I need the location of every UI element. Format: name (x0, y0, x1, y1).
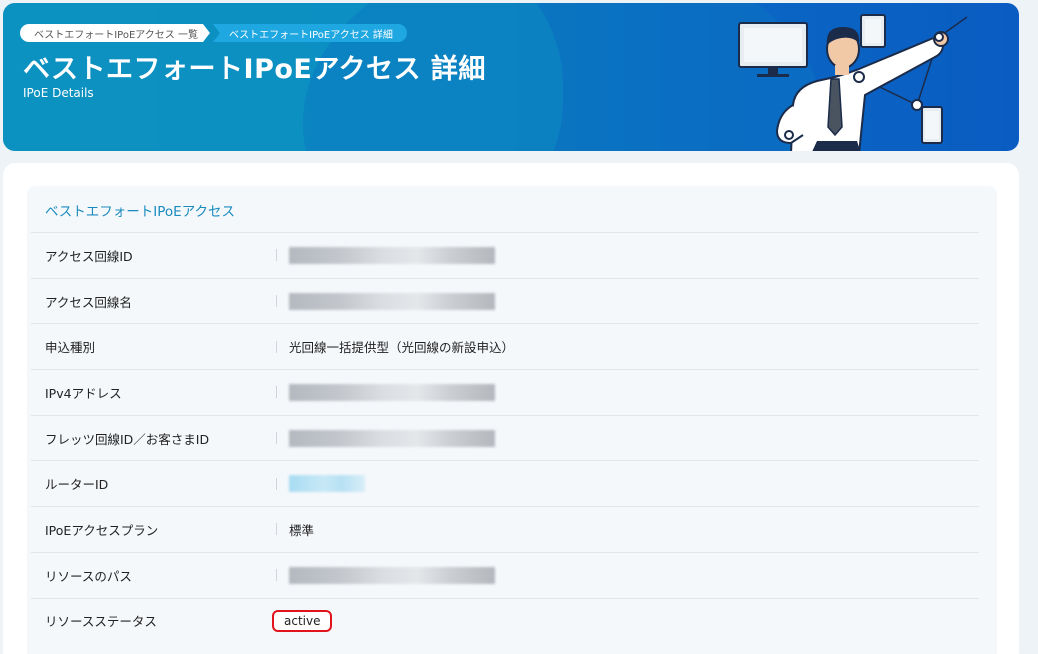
value-separator (276, 432, 277, 445)
ipoe-detail-card: ベストエフォートIPoEアクセス アクセス回線ID アクセス回線名 申込種別 光… (27, 186, 997, 654)
row-label: ルーターID (45, 477, 109, 493)
row-label: フレッツ回線ID／お客さまID (45, 431, 210, 447)
detail-table: アクセス回線ID アクセス回線名 申込種別 光回線一括提供型（光回線の新設申込）… (31, 232, 979, 643)
value-separator (276, 295, 277, 308)
monitor-icon (738, 22, 808, 77)
detail-row-application-type: 申込種別 光回線一括提供型（光回線の新設申込） (31, 323, 979, 369)
detail-row-ipoe-plan: IPoEアクセスプラン 標準 (31, 506, 979, 552)
row-label: リソースのパス (45, 568, 132, 584)
value-separator (276, 386, 277, 399)
application-type-value: 光回線一括提供型（光回線の新設申込） (289, 340, 515, 356)
breadcrumb: ベストエフォートIPoEアクセス 一覧 ベストエフォートIPoEアクセス 詳細 (20, 23, 407, 43)
page-subtitle: IPoE Details (23, 86, 94, 100)
page: ベストエフォートIPoEアクセス 一覧 ベストエフォートIPoEアクセス 詳細 … (0, 0, 1038, 654)
ipoe-plan-value: 標準 (289, 522, 315, 538)
value-separator (276, 523, 277, 536)
row-value (276, 566, 495, 584)
row-label: 申込種別 (45, 340, 96, 356)
row-value (276, 292, 495, 310)
row-value: 光回線一括提供型（光回線の新設申込） (276, 338, 514, 356)
row-value (276, 475, 365, 493)
row-label: IPoEアクセスプラン (45, 522, 159, 538)
detail-row-ipv4-address: IPv4アドレス (31, 369, 979, 415)
detail-row-resource-status: リソースステータス active (31, 597, 979, 644)
status-badge: active (272, 609, 333, 632)
detail-row-flets-line-id: フレッツ回線ID／お客さまID (31, 414, 979, 461)
row-label: リソースステータス (45, 614, 157, 630)
row-value: active (272, 609, 333, 632)
value-separator (276, 249, 277, 262)
breadcrumb-item-current: ベストエフォートIPoEアクセス 詳細 (212, 24, 407, 42)
redacted-value (289, 246, 495, 264)
header-banner: ベストエフォートIPoEアクセス 一覧 ベストエフォートIPoEアクセス 詳細 … (3, 3, 1019, 151)
section-title: ベストエフォートIPoEアクセス (45, 204, 236, 220)
row-value (276, 429, 495, 447)
redacted-value (289, 292, 495, 310)
content-panel: ベストエフォートIPoEアクセス アクセス回線ID アクセス回線名 申込種別 光… (3, 163, 1019, 654)
breadcrumb-item-list[interactable]: ベストエフォートIPoEアクセス 一覧 (20, 24, 210, 42)
redacted-value (289, 566, 495, 584)
row-value (276, 246, 495, 264)
value-separator (276, 569, 277, 582)
detail-row-access-line-id: アクセス回線ID (31, 232, 979, 278)
row-label: IPv4アドレス (45, 385, 122, 401)
detail-row-router-id: ルーターID (31, 460, 979, 506)
value-separator (276, 477, 277, 490)
row-value (276, 383, 495, 401)
businessman-network-illustration (738, 14, 968, 151)
page-title: ベストエフォートIPoEアクセス 詳細 (23, 54, 486, 85)
row-label: アクセス回線名 (45, 294, 132, 310)
redacted-value (289, 383, 495, 401)
row-label: アクセス回線ID (45, 248, 133, 264)
detail-row-resource-path: リソースのパス (31, 551, 979, 598)
detail-row-access-line-name: アクセス回線名 (31, 277, 979, 324)
value-separator (276, 340, 277, 353)
row-value: 標準 (276, 520, 314, 538)
redacted-value-link[interactable] (289, 475, 365, 493)
redacted-value (289, 429, 495, 447)
